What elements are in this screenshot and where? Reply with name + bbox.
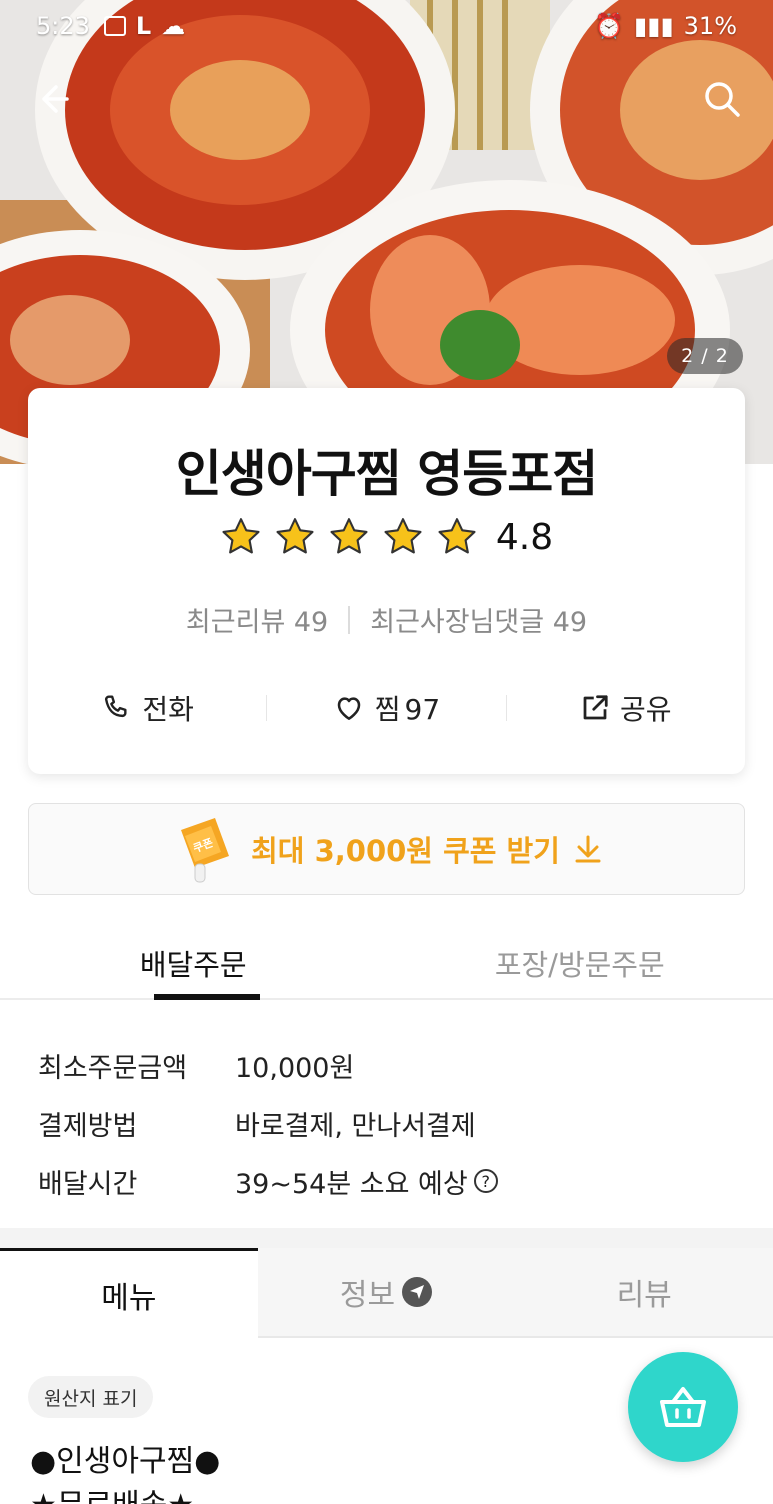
info-row: 결제방법 바로결제, 만나서결제 (38, 1094, 738, 1152)
favorite-count: 97 (404, 693, 441, 726)
action-row: 전화 찜 97 공유 (28, 684, 745, 732)
download-arrow-icon (575, 835, 601, 863)
info-key: 배달시간 (38, 1168, 138, 1200)
info-value: 10,000원 (235, 1052, 355, 1084)
call-button[interactable]: 전화 (28, 688, 266, 728)
tab-pickup[interactable]: 포장/방문주문 (387, 928, 773, 998)
order-type-tabs: 배달주문 포장/방문주문 (0, 928, 773, 1000)
divider (348, 605, 351, 634)
info-row: 배달시간 39~54분 소요 예상 ? (38, 1152, 738, 1210)
search-button[interactable] (699, 76, 745, 122)
rating-row: 4.8 (28, 516, 745, 558)
image-counter: 2 / 2 (667, 338, 743, 374)
help-icon[interactable]: ? (473, 1169, 498, 1193)
tab-delivery[interactable]: 배달주문 (0, 928, 387, 1000)
star-icon (330, 518, 368, 554)
share-icon (583, 695, 608, 720)
coupon-icon: 쿠폰 (181, 818, 230, 883)
call-label: 전화 (142, 693, 194, 726)
share-label: 공유 (620, 693, 672, 726)
status-bar: 5:23 L ☁ ⏰ ▮▮▮ 31% (0, 0, 773, 52)
heart-icon (337, 697, 361, 720)
coupon-banner[interactable]: 쿠폰 최대 3,000원 쿠폰 받기 (28, 803, 745, 895)
tab-menu[interactable]: 메뉴 (0, 1248, 258, 1338)
menu-group-subtitle: ★무료배송★ (30, 1480, 194, 1504)
menu-tabs: 메뉴 정보 리뷰 (0, 1248, 773, 1338)
info-value: 바로결제, 만나서결제 (235, 1110, 476, 1142)
signal-icon: ▮▮▮ (634, 12, 674, 40)
star-icon (438, 518, 476, 554)
send-badge-icon (402, 1277, 433, 1307)
alarm-icon: ⏰ (594, 12, 625, 40)
section-divider (0, 1228, 773, 1248)
store-card: 인생아구찜 영등포점 4.8 최근리뷰 49 최근사장님댓글 49 전화 찜 97 (28, 388, 745, 774)
star-icon (276, 518, 314, 554)
recent-reviews-link[interactable]: 최근리뷰 49 (186, 600, 328, 639)
star-icon (384, 518, 422, 554)
gallery-notification-icon (103, 16, 126, 36)
store-name: 인생아구찜 영등포점 (175, 445, 598, 503)
battery-text: 31% (683, 12, 737, 40)
tab-review[interactable]: 리뷰 (515, 1248, 773, 1338)
origin-label-chip[interactable]: 원산지 표기 (28, 1376, 154, 1418)
star-icon (222, 518, 260, 554)
phone-icon (105, 695, 127, 718)
arrow-left-icon (42, 85, 69, 113)
coupon-text: 최대 3,000원 쿠폰 받기 (251, 834, 560, 868)
active-tab-indicator (154, 994, 260, 1000)
favorite-button[interactable]: 찜 97 (267, 688, 505, 728)
favorite-label: 찜 97 (374, 693, 441, 726)
basket-icon (660, 1387, 706, 1427)
cloud-icon: ☁ (161, 12, 186, 40)
delivery-info: 최소주문금액 10,000원 결제방법 바로결제, 만나서결제 배달시간 39~… (38, 1036, 738, 1210)
rating-value: 4.8 (495, 516, 554, 558)
cart-button[interactable] (628, 1352, 738, 1462)
menu-group-title: ●인생아구찜● (30, 1444, 221, 1479)
info-key: 결제방법 (38, 1110, 138, 1142)
status-time: 5:23 (36, 12, 90, 40)
search-icon (705, 82, 740, 117)
share-button[interactable]: 공유 (507, 688, 745, 728)
back-button[interactable] (30, 76, 76, 122)
owner-replies-link[interactable]: 최근사장님댓글 49 (370, 600, 587, 639)
tab-info[interactable]: 정보 (257, 1248, 516, 1338)
info-row: 최소주문금액 10,000원 (38, 1036, 738, 1094)
review-counts: 최근리뷰 49 최근사장님댓글 49 (28, 600, 745, 639)
info-key: 최소주문금액 (38, 1052, 188, 1084)
l-notification-icon: L (135, 12, 152, 40)
info-value: 39~54분 소요 예상 (235, 1168, 468, 1200)
